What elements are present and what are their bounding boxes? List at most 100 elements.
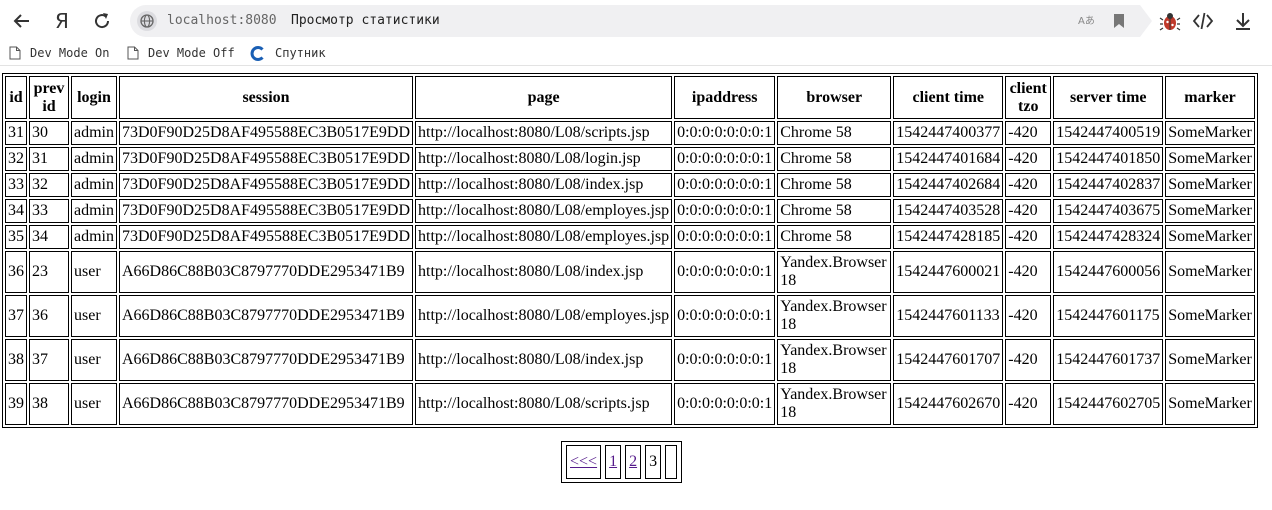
cell-prev-id: 30 xyxy=(29,121,69,145)
cell-id: 32 xyxy=(5,147,27,171)
cell-session: 73D0F90D25D8AF495588EC3B0517E9DD xyxy=(119,199,414,223)
bookmark-dev-mode-on[interactable]: Dev Mode On xyxy=(9,44,109,62)
devtools-icon xyxy=(1192,12,1214,30)
cell-client-time: 1542447601707 xyxy=(893,339,1004,381)
statistics-table: id prev id login session page ipaddress … xyxy=(2,73,1258,428)
downloads-button[interactable] xyxy=(1230,8,1256,34)
cell-prev-id: 23 xyxy=(29,251,69,293)
cell-client-time: 1542447602670 xyxy=(893,383,1004,425)
bug-extension-icon xyxy=(1159,13,1181,31)
cell-browser: Chrome 58 xyxy=(777,173,892,197)
table-row: 35 34 admin 73D0F90D25D8AF495588EC3B0517… xyxy=(5,225,1255,249)
devtools-button[interactable] xyxy=(1190,8,1216,34)
cell-id: 38 xyxy=(5,339,27,381)
cell-session: A66D86C88B03C8797770DDE2953471B9 xyxy=(119,251,414,293)
header-session: session xyxy=(119,76,414,119)
cell-login: admin xyxy=(71,147,117,171)
cell-login: admin xyxy=(71,199,117,223)
yandex-home-button[interactable]: Я xyxy=(47,6,77,36)
cell-login: user xyxy=(71,339,117,381)
cell-server-time: 1542447602705 xyxy=(1053,383,1164,425)
cell-client-tzo: -420 xyxy=(1005,225,1052,249)
site-info-icon[interactable] xyxy=(137,11,157,31)
cell-server-time: 1542447601737 xyxy=(1053,339,1164,381)
header-client-tzo: client tzo xyxy=(1005,76,1052,119)
back-icon xyxy=(13,14,29,28)
cell-prev-id: 33 xyxy=(29,199,69,223)
cell-browser: Yandex.Browser 18 xyxy=(777,251,892,293)
cell-browser: Yandex.Browser 18 xyxy=(777,339,892,381)
cell-server-time: 1542447600056 xyxy=(1053,251,1164,293)
reload-button[interactable] xyxy=(87,6,117,36)
header-ipaddress: ipaddress xyxy=(674,76,776,119)
table-body: 31 30 admin 73D0F90D25D8AF495588EC3B0517… xyxy=(5,121,1255,425)
translate-icon[interactable]: Aあ xyxy=(1078,12,1098,30)
table-row: 37 36 user A66D86C88B03C8797770DDE295347… xyxy=(5,295,1255,337)
header-marker: marker xyxy=(1165,76,1255,119)
cell-id: 36 xyxy=(5,251,27,293)
cell-login: user xyxy=(71,295,117,337)
bug-extension-button[interactable] xyxy=(1157,8,1183,34)
table-row: 36 23 user A66D86C88B03C8797770DDE295347… xyxy=(5,251,1255,293)
cell-browser: Chrome 58 xyxy=(777,199,892,223)
cell-marker: SomeMarker xyxy=(1165,383,1255,425)
cell-id: 35 xyxy=(5,225,27,249)
cell-ipaddress: 0:0:0:0:0:0:0:1 xyxy=(674,147,776,171)
cell-client-time: 1542447402684 xyxy=(893,173,1004,197)
pagination-prev-link[interactable]: <<< xyxy=(566,445,602,479)
cell-id: 31 xyxy=(5,121,27,145)
cell-session: 73D0F90D25D8AF495588EC3B0517E9DD xyxy=(119,225,414,249)
bookmark-label: Спутник xyxy=(275,46,326,60)
cell-client-tzo: -420 xyxy=(1005,121,1052,145)
page-icon xyxy=(9,46,21,60)
cell-server-time: 1542447428324 xyxy=(1053,225,1164,249)
cell-ipaddress: 0:0:0:0:0:0:0:1 xyxy=(674,251,776,293)
pagination-next-cell xyxy=(665,445,678,479)
cell-client-tzo: -420 xyxy=(1005,147,1052,171)
header-id: id xyxy=(5,76,27,119)
cell-client-time: 1542447600021 xyxy=(893,251,1004,293)
cell-browser: Chrome 58 xyxy=(777,147,892,171)
page-title: Просмотр статистики xyxy=(291,13,440,28)
bookmark-icon[interactable] xyxy=(1113,13,1125,29)
cell-marker: SomeMarker xyxy=(1165,147,1255,171)
reload-icon xyxy=(95,13,110,29)
cell-ipaddress: 0:0:0:0:0:0:0:1 xyxy=(674,295,776,337)
cell-client-tzo: -420 xyxy=(1005,383,1052,425)
cell-client-time: 1542447400377 xyxy=(893,121,1004,145)
pagination-page-link[interactable]: 1 xyxy=(605,445,622,479)
cell-page: http://localhost:8080/L08/scripts.jsp xyxy=(415,383,673,425)
cell-id: 34 xyxy=(5,199,27,223)
bookmark-sputnik[interactable]: Спутник xyxy=(250,44,326,62)
cell-ipaddress: 0:0:0:0:0:0:0:1 xyxy=(674,121,776,145)
cell-browser: Chrome 58 xyxy=(777,121,892,145)
table-row: 38 37 user A66D86C88B03C8797770DDE295347… xyxy=(5,339,1255,381)
cell-id: 37 xyxy=(5,295,27,337)
cell-server-time: 1542447403675 xyxy=(1053,199,1164,223)
cell-ipaddress: 0:0:0:0:0:0:0:1 xyxy=(674,339,776,381)
page-content: id prev id login session page ipaddress … xyxy=(0,66,1272,510)
pagination-current-page: 3 xyxy=(645,445,662,479)
sputnik-icon xyxy=(250,45,264,61)
cell-marker: SomeMarker xyxy=(1165,295,1255,337)
cell-login: admin xyxy=(71,225,117,249)
table-row: 34 33 admin 73D0F90D25D8AF495588EC3B0517… xyxy=(5,199,1255,223)
bookmark-dev-mode-off[interactable]: Dev Mode Off xyxy=(127,44,235,62)
cell-marker: SomeMarker xyxy=(1165,173,1255,197)
yandex-logo-icon: Я xyxy=(55,9,69,33)
table-row: 33 32 admin 73D0F90D25D8AF495588EC3B0517… xyxy=(5,173,1255,197)
back-button[interactable] xyxy=(7,6,37,36)
cell-marker: SomeMarker xyxy=(1165,121,1255,145)
cell-browser: Chrome 58 xyxy=(777,225,892,249)
cell-page: http://localhost:8080/L08/index.jsp xyxy=(415,251,673,293)
cell-page: http://localhost:8080/L08/scripts.jsp xyxy=(415,121,673,145)
cell-server-time: 1542447402837 xyxy=(1053,173,1164,197)
pagination-page-link[interactable]: 2 xyxy=(625,445,642,479)
cell-session: 73D0F90D25D8AF495588EC3B0517E9DD xyxy=(119,173,414,197)
cell-marker: SomeMarker xyxy=(1165,339,1255,381)
address-bar[interactable]: localhost:8080 Просмотр статистики Aあ xyxy=(130,5,1152,37)
bookmark-label: Dev Mode Off xyxy=(148,46,235,60)
cell-prev-id: 37 xyxy=(29,339,69,381)
cell-prev-id: 34 xyxy=(29,225,69,249)
cell-server-time: 1542447601175 xyxy=(1053,295,1164,337)
